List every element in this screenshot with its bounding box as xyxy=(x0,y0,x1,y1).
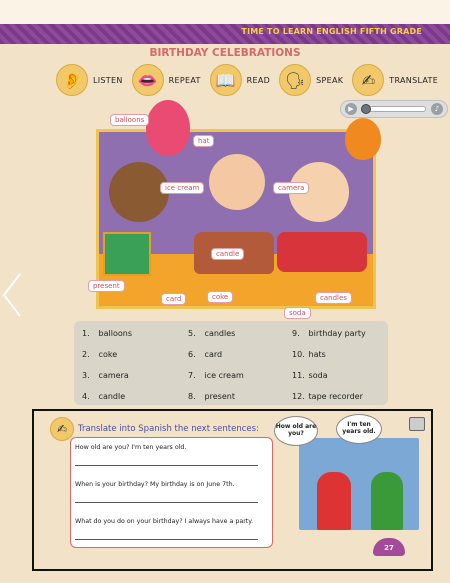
vocab-item: 12. tape recorder xyxy=(292,392,363,401)
sentence-2: When is your birthday? My birthday is on… xyxy=(75,481,235,488)
play-icon[interactable]: ▶ xyxy=(345,103,357,115)
vocab-item: 3. camera xyxy=(82,371,129,380)
sentence-box: How old are you? I'm ten years old. When… xyxy=(70,437,273,548)
vocab-item: 9. birthday party xyxy=(292,329,366,338)
writing-hand-icon: ✍ xyxy=(50,417,74,441)
tag-coke: coke xyxy=(207,291,234,303)
present-box xyxy=(103,232,151,276)
vocab-item: 7. ice cream xyxy=(188,371,244,380)
skill-actions: 👂 LISTEN 👄 REPEAT 📖 READ 🗣 SPEAK ✍ TRANS… xyxy=(56,64,447,96)
speak-label: SPEAK xyxy=(316,75,344,85)
kid-center xyxy=(209,154,265,210)
exercise-instruction: Translate into Spanish the next sentence… xyxy=(78,424,259,434)
orange-balloon xyxy=(345,118,381,160)
pink-balloon xyxy=(146,100,190,156)
translate-action[interactable]: ✍ TRANSLATE xyxy=(352,64,438,96)
audio-scrub-handle[interactable] xyxy=(361,104,372,114)
repeat-label: REPEAT xyxy=(168,75,201,85)
read-label: READ xyxy=(246,75,271,85)
answer-line-2[interactable] xyxy=(75,502,258,503)
ear-icon: 👂 xyxy=(56,64,88,96)
lesson-title: BIRTHDAY CELEBRATIONS xyxy=(149,47,301,59)
vocab-item: 8. present xyxy=(188,392,235,401)
speak-action[interactable]: 🗣 SPEAK xyxy=(279,64,343,96)
tag-camera: camera xyxy=(273,182,310,194)
tag-card: card xyxy=(161,293,187,305)
translation-exercise: ✍ Translate into Spanish the next senten… xyxy=(32,409,433,571)
vocab-item: 11. soda xyxy=(292,371,328,380)
tag-hat: hat xyxy=(193,135,215,147)
sentence-3: What do you do on your birthday? I alway… xyxy=(75,518,254,525)
mouth-icon: 👄 xyxy=(131,64,164,96)
tag-balloons: balloons xyxy=(110,114,150,126)
tag-soda: soda xyxy=(284,307,311,319)
series-title: TIME TO LEARN ENGLISH FIFTH GRADE xyxy=(241,27,422,36)
vocab-item: 4. candle xyxy=(82,392,126,401)
listen-action[interactable]: 👂 LISTEN xyxy=(56,64,123,96)
tag-candles: candles xyxy=(315,292,352,304)
dialogue-illustration xyxy=(299,438,419,530)
birthday-scene-illustration xyxy=(96,129,376,309)
tag-candle: candle xyxy=(211,248,245,260)
boy-figure xyxy=(317,472,351,530)
read-action[interactable]: 📖 READ xyxy=(209,64,271,96)
answer-line-1[interactable] xyxy=(75,465,258,466)
vocabulary-list: 1. balloons 2. coke 3. camera 4. candle … xyxy=(74,321,388,405)
vocab-item: 6. card xyxy=(188,350,223,359)
volume-icon[interactable]: ♪ xyxy=(431,103,443,115)
previous-page-arrow[interactable] xyxy=(0,270,24,320)
tag-present: present xyxy=(88,280,125,292)
speaking-kids-icon: 🗣 xyxy=(279,64,312,96)
audio-player[interactable]: ▶ ♪ xyxy=(340,100,448,118)
vocab-item: 10. hats xyxy=(292,350,326,359)
speech-bubble-question: How old are you? xyxy=(274,416,318,446)
writing-hand-icon: ✍ xyxy=(352,64,385,96)
listen-label: LISTEN xyxy=(93,75,123,85)
sentence-1: How old are you? I'm ten years old. xyxy=(75,444,187,451)
printer-icon[interactable] xyxy=(409,417,425,431)
girl-figure xyxy=(371,472,403,530)
vocab-item: 5. candles xyxy=(188,329,236,338)
vocab-item: 2. coke xyxy=(82,350,118,359)
speech-bubble-answer: I'm ten years old. xyxy=(336,414,382,444)
repeat-action[interactable]: 👄 REPEAT xyxy=(131,64,201,96)
audio-track[interactable] xyxy=(361,104,426,114)
vocab-item: 1. balloons xyxy=(82,329,132,338)
book-icon: 📖 xyxy=(209,64,242,96)
tape-recorder xyxy=(277,232,367,272)
translate-label: TRANSLATE xyxy=(389,75,439,85)
top-band xyxy=(0,0,450,24)
page-number-badge: 27 xyxy=(373,538,405,556)
tag-ice-cream: ice cream xyxy=(160,182,205,194)
answer-line-3[interactable] xyxy=(75,539,258,540)
